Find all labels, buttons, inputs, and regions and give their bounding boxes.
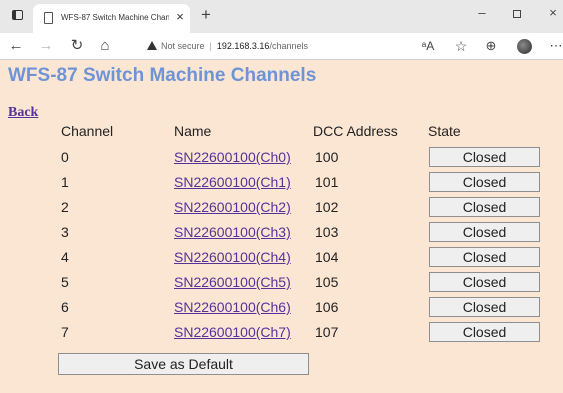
favorites-icon[interactable]: ☆	[452, 37, 470, 55]
dcc-address: 107	[315, 324, 339, 340]
header-channel: Channel	[61, 123, 114, 139]
state-toggle-button[interactable]: Closed	[429, 197, 540, 217]
channel-number: 1	[61, 174, 69, 190]
header-state: State	[428, 123, 461, 139]
header-dcc-address: DCC Address	[313, 123, 398, 139]
channel-number: 3	[61, 224, 69, 240]
state-toggle-button[interactable]: Closed	[429, 247, 540, 267]
new-tab-icon[interactable]: +	[198, 6, 214, 23]
channel-name-link[interactable]: SN22600100(Ch1)	[174, 174, 291, 190]
table-row: 2 SN22600100(Ch2) 102 Closed	[0, 197, 563, 218]
browser-tab[interactable]: WFS-87 Switch Machine Channe ×	[33, 4, 190, 33]
channel-number: 2	[61, 199, 69, 215]
close-window-icon[interactable]: ×	[545, 4, 561, 22]
header-name: Name	[174, 123, 212, 139]
table-row: 1 SN22600100(Ch1) 101 Closed	[0, 172, 563, 193]
page-content: WFS-87 Switch Machine Channels Back Chan…	[0, 60, 563, 393]
page-title: WFS-87 Switch Machine Channels	[8, 65, 317, 86]
back-arrow-icon[interactable]: ←	[7, 37, 25, 55]
collections-icon[interactable]: ⊕	[482, 37, 500, 55]
channel-name-link[interactable]: SN22600100(Ch7)	[174, 324, 291, 340]
tab-actions-icon[interactable]	[12, 10, 23, 20]
forward-arrow-icon[interactable]: →	[37, 37, 55, 55]
save-as-default-button[interactable]: Save as Default	[58, 353, 309, 375]
read-aloud-icon[interactable]: ᵃA	[419, 37, 437, 55]
dcc-address: 101	[315, 174, 339, 190]
warning-icon	[147, 41, 157, 50]
table-row: 5 SN22600100(Ch5) 105 Closed	[0, 272, 563, 293]
channel-name-link[interactable]: SN22600100(Ch3)	[174, 224, 291, 240]
dcc-address: 103	[315, 224, 339, 240]
home-icon[interactable]: ⌂	[96, 37, 114, 55]
state-toggle-button[interactable]: Closed	[429, 172, 540, 192]
channel-name-link[interactable]: SN22600100(Ch6)	[174, 299, 291, 315]
channel-number: 4	[61, 249, 69, 265]
page-icon	[44, 12, 53, 24]
channel-name-link[interactable]: SN22600100(Ch4)	[174, 249, 291, 265]
address-path: /channels	[269, 41, 308, 51]
channel-name-link[interactable]: SN22600100(Ch2)	[174, 199, 291, 215]
table-row: 6 SN22600100(Ch6) 106 Closed	[0, 297, 563, 318]
browser-tab-bar: WFS-87 Switch Machine Channe × + – ×	[0, 0, 563, 33]
browser-toolbar: ← → ↻ ⌂ Not secure | 192.168.3.16/channels…	[0, 33, 563, 60]
table-row: 7 SN22600100(Ch7) 107 Closed	[0, 322, 563, 343]
more-menu-icon[interactable]: ⋯	[547, 37, 563, 55]
state-toggle-button[interactable]: Closed	[429, 147, 540, 167]
address-bar[interactable]: Not secure | 192.168.3.16/channels	[147, 38, 308, 54]
state-toggle-button[interactable]: Closed	[429, 272, 540, 292]
dcc-address: 106	[315, 299, 339, 315]
table-row: 3 SN22600100(Ch3) 103 Closed	[0, 222, 563, 243]
dcc-address: 100	[315, 149, 339, 165]
back-link[interactable]: Back	[8, 105, 38, 121]
security-label: Not secure	[161, 41, 205, 51]
maximize-icon[interactable]	[509, 4, 525, 22]
state-toggle-button[interactable]: Closed	[429, 297, 540, 317]
channel-number: 6	[61, 299, 69, 315]
address-host: 192.168.3.16	[216, 41, 270, 51]
table-row: 0 SN22600100(Ch0) 100 Closed	[0, 147, 563, 168]
state-toggle-button[interactable]: Closed	[429, 322, 540, 342]
table-row: 4 SN22600100(Ch4) 104 Closed	[0, 247, 563, 268]
refresh-icon[interactable]: ↻	[68, 37, 86, 55]
minimize-icon[interactable]: –	[474, 4, 490, 22]
tab-title: WFS-87 Switch Machine Channe	[61, 13, 169, 22]
channel-number: 5	[61, 274, 69, 290]
profile-avatar[interactable]	[517, 39, 532, 54]
state-toggle-button[interactable]: Closed	[429, 222, 540, 242]
channel-name-link[interactable]: SN22600100(Ch0)	[174, 149, 291, 165]
channel-number: 0	[61, 149, 69, 165]
channel-name-link[interactable]: SN22600100(Ch5)	[174, 274, 291, 290]
dcc-address: 102	[315, 199, 339, 215]
dcc-address: 104	[315, 249, 339, 265]
close-tab-icon[interactable]: ×	[173, 10, 187, 24]
channel-number: 7	[61, 324, 69, 340]
dcc-address: 105	[315, 274, 339, 290]
